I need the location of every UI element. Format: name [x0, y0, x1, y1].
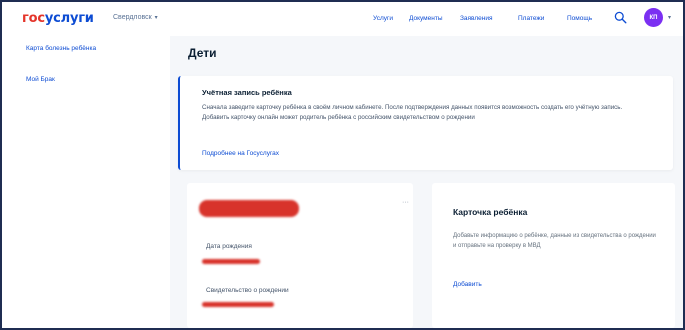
main-content: Дети Учётная запись ребёнка Сначала заве… [170, 36, 683, 328]
sidebar: Карта болезнь ребёнка Мой Брак [2, 36, 170, 328]
info-card-title: Учётная запись ребёнка [202, 88, 292, 97]
avatar[interactable]: КП [644, 8, 663, 27]
add-card-text: Добавьте информацию о ребёнке, данные из… [453, 233, 656, 249]
add-child-link[interactable]: Добавить [453, 281, 482, 288]
logo-part-gos: гос [22, 11, 45, 26]
learn-more-link[interactable]: Подробнее на Госуслугах [202, 150, 279, 157]
nav-services[interactable]: Услуги [373, 15, 393, 22]
search-icon[interactable] [614, 11, 627, 24]
birth-date-label: Дата рождения [206, 243, 252, 250]
gosuslugi-logo[interactable]: госуслуги [22, 11, 94, 26]
redacted-certificate-number [202, 302, 274, 307]
chevron-down-icon: ▾ [154, 15, 158, 21]
certificate-label: Свидетельство о рождении [206, 287, 289, 294]
child-account-info-card: Учётная запись ребёнка Сначала заведите … [178, 76, 673, 170]
top-header: госуслуги Свердловск ▾ Услуги Документы … [2, 2, 683, 36]
sidebar-item-child-card[interactable]: Карта болезнь ребёнка [26, 45, 96, 52]
info-card-text: Сначала заведите карточку ребёнка в своё… [202, 104, 623, 121]
nav-payments[interactable]: Платежи [518, 15, 544, 22]
avatar-initials: КП [649, 14, 658, 21]
add-child-card: Карточка ребёнка Добавьте информацию о р… [432, 183, 675, 328]
nav-help[interactable]: Помощь [567, 15, 592, 22]
logo-part-uslugi: услуги [44, 11, 94, 26]
sidebar-item-marriage[interactable]: Мой Брак [26, 76, 55, 83]
redacted-child-name [199, 200, 299, 217]
nav-applications[interactable]: Заявления [460, 15, 493, 22]
add-card-title: Карточка ребёнка [453, 207, 528, 217]
region-selector[interactable]: Свердловск ▾ [113, 14, 158, 21]
more-options-icon[interactable]: ··· [402, 199, 409, 206]
page-title: Дети [188, 46, 217, 60]
redacted-birth-date [202, 259, 260, 264]
child-card[interactable]: ··· Дата рождения Свидетельство о рожден… [187, 183, 413, 328]
region-label: Свердловск [113, 14, 152, 21]
nav-documents[interactable]: Документы [409, 15, 443, 22]
chevron-down-icon[interactable]: ▾ [668, 14, 671, 21]
